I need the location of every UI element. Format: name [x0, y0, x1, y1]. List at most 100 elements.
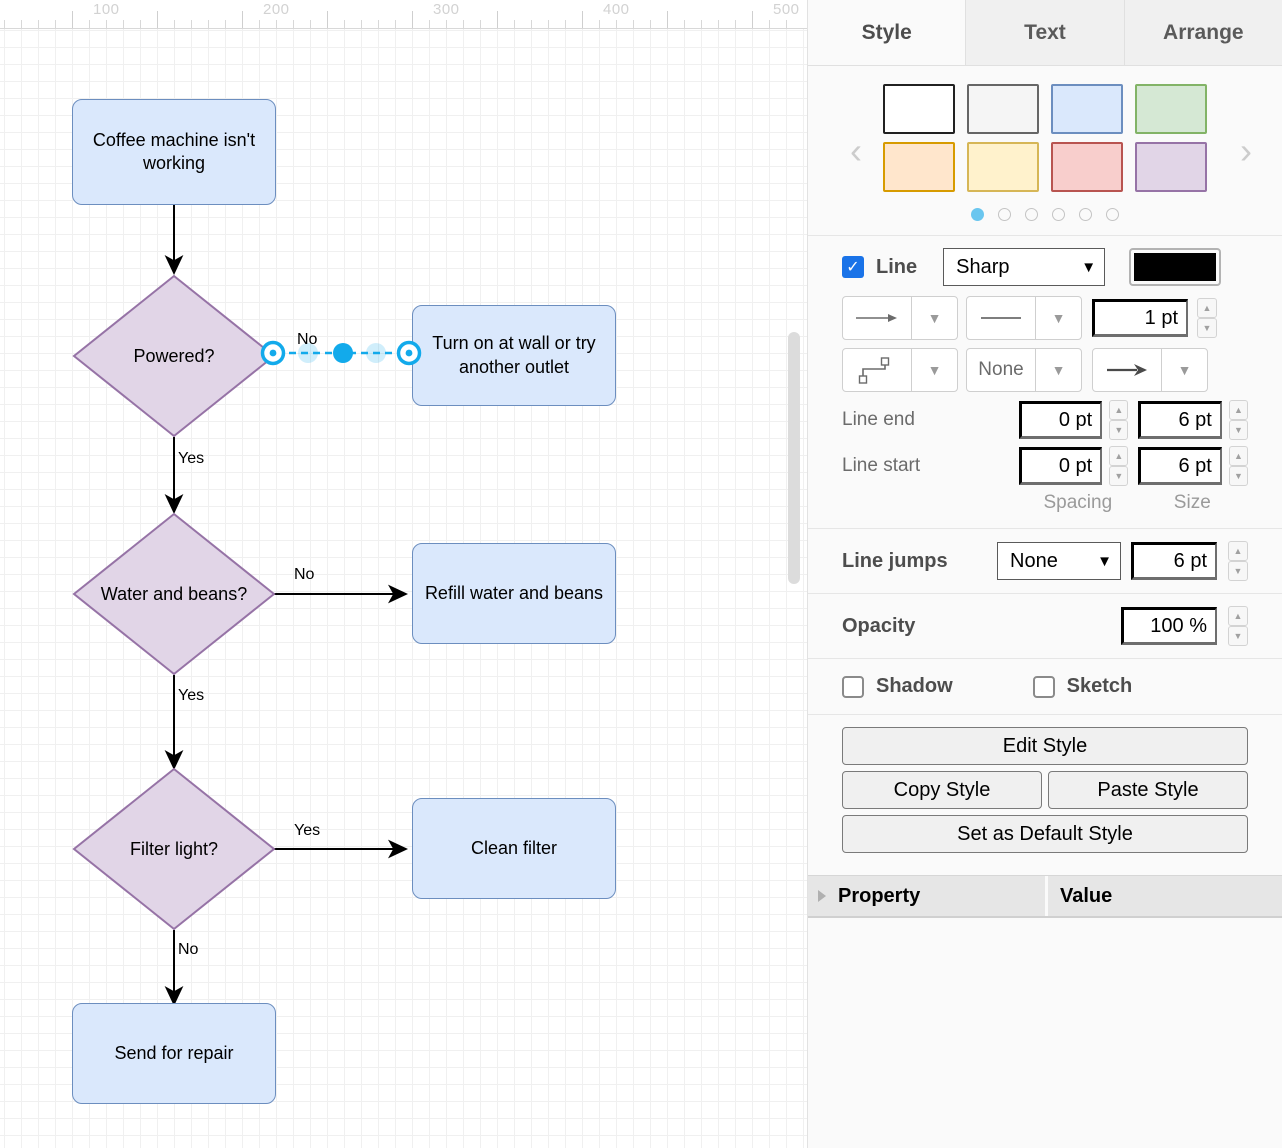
- horizontal-ruler[interactable]: 100 200 300 400 500: [0, 0, 807, 29]
- line-jumps-row: Line jumps None ▼ 6 pt ▲ ▼: [808, 529, 1282, 594]
- selected-edge-layer[interactable]: [0, 0, 808, 1148]
- ruler-label-400: 400: [603, 1, 630, 18]
- line-jumps-size-input[interactable]: 6 pt: [1131, 542, 1217, 580]
- edge-label-powered-yes[interactable]: Yes: [178, 450, 204, 468]
- line-controls-row-2: ▼ None ▼ ▼: [842, 348, 1248, 392]
- canvas-vertical-scrollbar[interactable]: [786, 30, 802, 1148]
- opacity-stepper[interactable]: ▲ ▼: [1228, 606, 1248, 646]
- line-jumps-select[interactable]: None ▼: [997, 542, 1121, 580]
- line-section: ✓ Line Sharp ▼ ▼ ▼ 1 pt ▲ ▼ ▼ None ▼ ▼ L…: [808, 236, 1282, 529]
- chevron-down-icon[interactable]: ▼: [1035, 349, 1081, 391]
- size-caption: Size: [1173, 492, 1211, 513]
- opacity-label: Opacity: [842, 614, 916, 637]
- opacity-row: Opacity 100 % ▲ ▼: [808, 594, 1282, 659]
- swatch-green[interactable]: [1135, 84, 1207, 134]
- chevron-down-icon[interactable]: ▼: [911, 297, 957, 339]
- swatch-grey[interactable]: [967, 84, 1039, 134]
- line-enabled-checkbox[interactable]: ✓: [842, 256, 864, 278]
- chevron-down-icon[interactable]: ▼: [911, 349, 957, 391]
- line-color-button[interactable]: [1129, 248, 1222, 286]
- edge-label-filter-no[interactable]: No: [178, 941, 198, 959]
- line-end-size-stepper[interactable]: ▲ ▼: [1228, 400, 1249, 440]
- style-page-dot-2[interactable]: [998, 208, 1011, 221]
- copy-paste-style-row: Copy Style Paste Style: [842, 771, 1248, 809]
- line-end-size-value: 6 pt: [1178, 408, 1212, 431]
- tab-style[interactable]: Style: [808, 0, 967, 65]
- edit-style-button[interactable]: Edit Style: [842, 727, 1248, 765]
- style-page-dot-1[interactable]: [971, 208, 984, 221]
- line-end-spacing-value: 0 pt: [1058, 408, 1093, 431]
- line-start-arrow-button[interactable]: ▼: [842, 296, 958, 340]
- sketch-label: Sketch: [1066, 675, 1133, 697]
- edge-label-powered-no[interactable]: No: [297, 331, 317, 349]
- opacity-input[interactable]: 100 %: [1121, 607, 1217, 645]
- diagram-canvas[interactable]: 100 200 300 400 500 Coffee machine isn't…: [0, 0, 808, 1148]
- swatch-white[interactable]: [883, 84, 955, 134]
- paste-style-button[interactable]: Paste Style: [1048, 771, 1248, 809]
- swatch-red[interactable]: [1051, 142, 1123, 192]
- chevron-down-icon[interactable]: ▼: [1161, 349, 1207, 391]
- line-end-spacing-input[interactable]: 0 pt: [1018, 401, 1103, 439]
- line-controls-row-1: ▼ ▼ 1 pt ▲ ▼: [842, 296, 1248, 340]
- line-end-label: Line end: [842, 409, 915, 430]
- tab-arrange[interactable]: Arrange: [1124, 0, 1282, 65]
- line-dash-button[interactable]: ▼: [966, 296, 1082, 340]
- style-page-dot-4[interactable]: [1052, 208, 1065, 221]
- line-end-size-input[interactable]: 6 pt: [1138, 401, 1222, 439]
- spacing-caption: Spacing: [1043, 492, 1113, 513]
- chevron-down-icon[interactable]: ▼: [1035, 297, 1081, 339]
- line-style-value: Sharp: [956, 255, 1010, 278]
- shadow-checkbox-item[interactable]: ✓ Shadow: [842, 675, 953, 698]
- property-table-body: [808, 916, 1282, 1148]
- style-actions: Edit Style Copy Style Paste Style Set as…: [808, 715, 1282, 876]
- line-start-spacing-value: 0 pt: [1058, 454, 1093, 477]
- swatch-row-2: [883, 142, 1207, 192]
- line-width-value: 1 pt: [1144, 306, 1178, 329]
- tab-text[interactable]: Text: [966, 0, 1125, 65]
- edge-label-filter-yes[interactable]: Yes: [294, 822, 320, 840]
- arrow-end-button[interactable]: ▼: [1092, 348, 1208, 392]
- line-jumps-size-stepper[interactable]: ▲ ▼: [1228, 541, 1248, 581]
- swatch-row-1: [883, 84, 1207, 134]
- chevron-right-icon[interactable]: ›: [1240, 132, 1252, 169]
- shadow-checkbox[interactable]: ✓: [842, 675, 864, 698]
- swatch-orange[interactable]: [883, 142, 955, 192]
- line-width-input[interactable]: 1 pt: [1092, 299, 1188, 337]
- waypoints-button[interactable]: ▼: [842, 348, 958, 392]
- sketch-checkbox-item[interactable]: ✓ Sketch: [1032, 675, 1133, 698]
- ruler-label-300: 300: [433, 1, 460, 18]
- line-start-spacing-input[interactable]: 0 pt: [1018, 447, 1103, 485]
- swatch-purple[interactable]: [1135, 142, 1207, 192]
- line-start-spacing-stepper[interactable]: ▲ ▼: [1109, 446, 1129, 486]
- sketch-checkbox[interactable]: ✓: [1032, 675, 1055, 698]
- style-page-dot-3[interactable]: [1025, 208, 1038, 221]
- line-start-size-stepper[interactable]: ▲ ▼: [1228, 446, 1249, 486]
- perimeter-select-button[interactable]: None ▼: [966, 348, 1082, 392]
- set-default-style-button[interactable]: Set as Default Style: [842, 815, 1248, 853]
- line-start-row: Line start 0 pt ▲ ▼ 6 pt ▲ ▼: [842, 446, 1249, 486]
- line-style-select[interactable]: Sharp ▼: [943, 248, 1106, 286]
- line-start-label: Line start: [842, 455, 921, 476]
- edge-label-water-yes[interactable]: Yes: [178, 687, 204, 705]
- line-label: Line: [876, 255, 918, 278]
- style-page-dot-6[interactable]: [1106, 208, 1119, 221]
- line-width-stepper[interactable]: ▲ ▼: [1197, 298, 1217, 338]
- scrollbar-thumb[interactable]: [788, 332, 800, 584]
- chevron-left-icon[interactable]: ‹: [850, 132, 862, 169]
- style-page-dot-5[interactable]: [1079, 208, 1092, 221]
- triangle-right-icon[interactable]: [818, 890, 826, 902]
- line-start-size-value: 6 pt: [1178, 454, 1212, 477]
- swatch-blue[interactable]: [1051, 84, 1123, 134]
- line-end-spacing-stepper[interactable]: ▲ ▼: [1109, 400, 1129, 440]
- line-start-size-input[interactable]: 6 pt: [1138, 447, 1222, 485]
- copy-style-button[interactable]: Copy Style: [842, 771, 1042, 809]
- line-jumps-value: None: [1010, 549, 1058, 572]
- style-swatch-picker: ‹ ›: [808, 66, 1282, 236]
- drawio-app: 100 200 300 400 500 Coffee machine isn't…: [0, 0, 1282, 1148]
- edge-label-water-no[interactable]: No: [294, 566, 314, 584]
- orthogonal-waypoint-icon: [843, 349, 911, 391]
- line-jumps-label: Line jumps: [842, 549, 948, 572]
- swatch-yellow[interactable]: [967, 142, 1039, 192]
- line-start-arrow-icon: [843, 297, 911, 339]
- property-column-header[interactable]: Property: [808, 876, 1048, 916]
